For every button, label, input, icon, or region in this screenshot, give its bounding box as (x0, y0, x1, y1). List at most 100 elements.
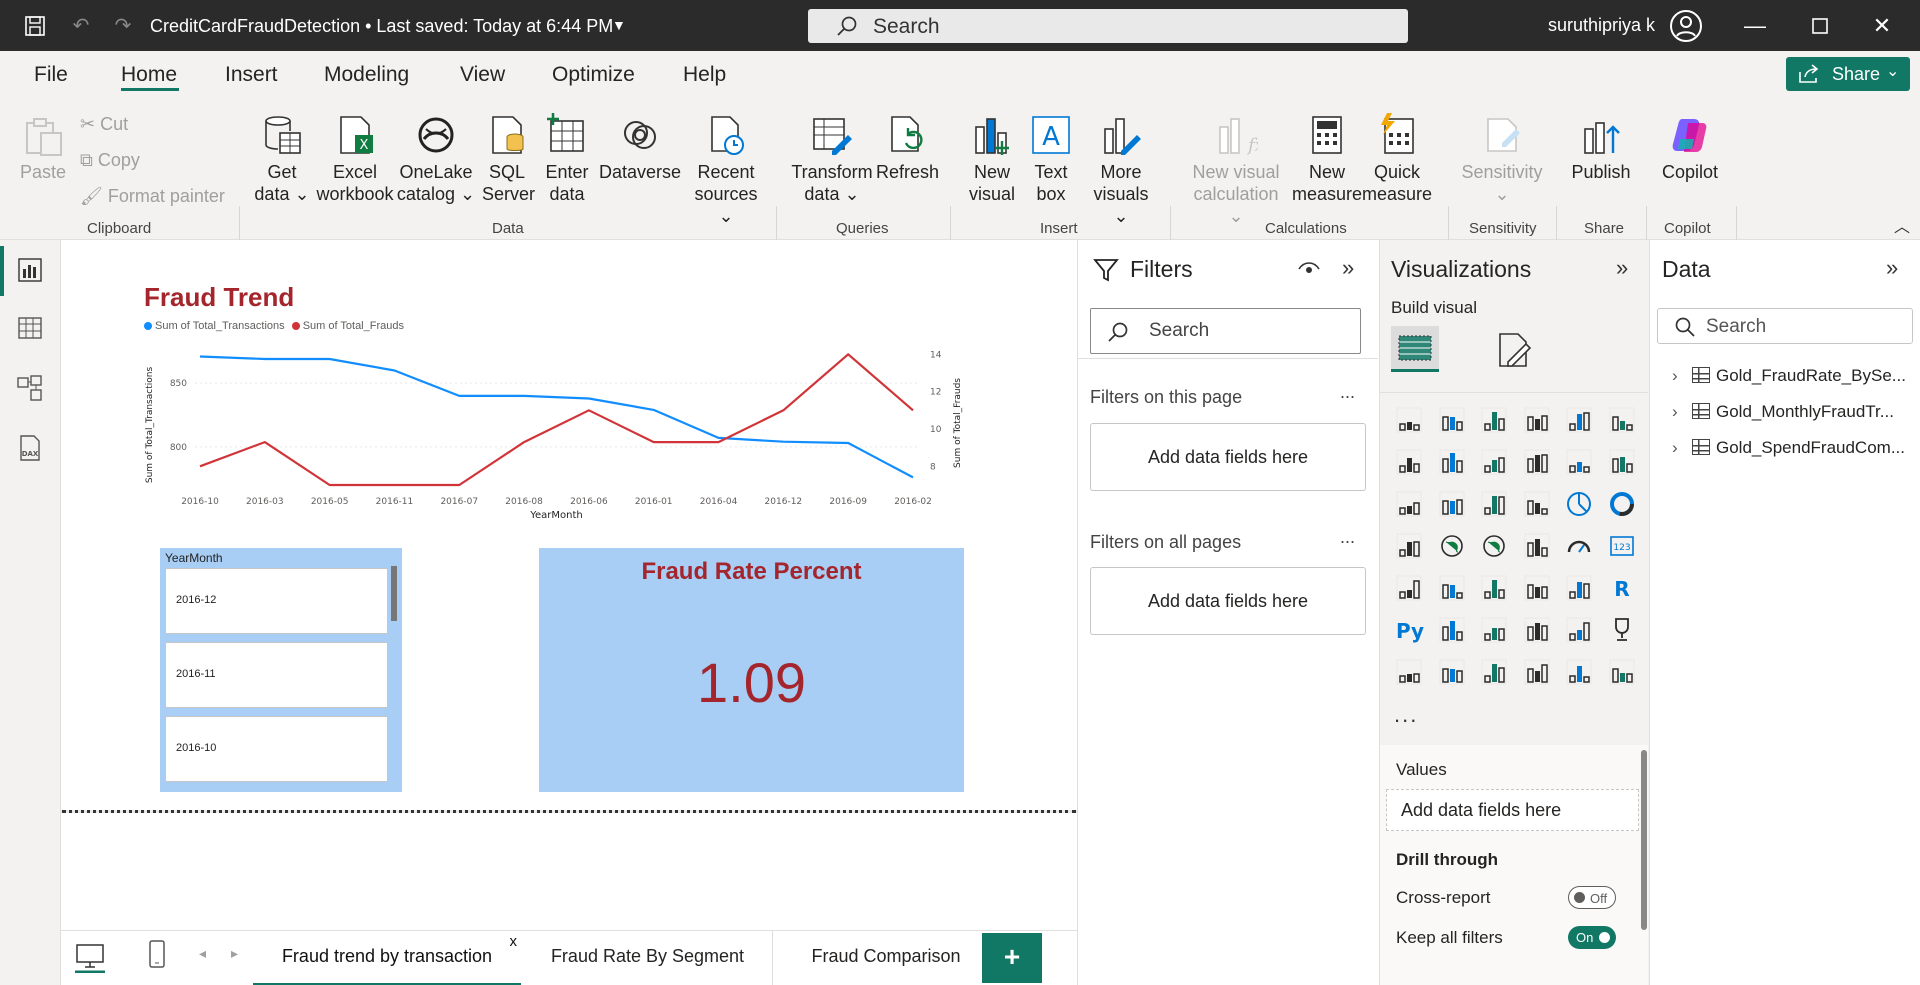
quick-measure-button[interactable]: Quick measure (1362, 113, 1432, 205)
table-view-icon[interactable] (16, 314, 44, 342)
data-table-item[interactable]: › Gold_SpendFraudCom... (1672, 438, 1905, 458)
stacked-area-chart-icon[interactable] (1480, 448, 1508, 476)
publish-button[interactable]: Publish (1568, 113, 1634, 183)
transform-data-button[interactable]: Transform data ⌄ (790, 113, 874, 205)
scatter-chart-icon[interactable] (1523, 490, 1551, 518)
pie-chart-icon[interactable] (1565, 490, 1593, 518)
filters-page-drop-zone[interactable]: Add data fields here (1090, 423, 1366, 491)
page-tab-fraud-comparison[interactable]: Fraud Comparison (775, 931, 997, 985)
more-visuals-button[interactable]: More visuals ⌄ (1086, 113, 1156, 227)
page-tab-fraud-trend[interactable]: Fraud trend by transaction x (253, 931, 521, 985)
filters-search-input[interactable]: Search (1090, 308, 1361, 354)
model-view-icon[interactable] (16, 374, 44, 402)
redo-icon[interactable]: ↷ (110, 13, 136, 39)
sql-server-button[interactable]: SQL Server (482, 113, 535, 205)
more-options-icon[interactable]: ... (1340, 382, 1355, 403)
power-automate-icon[interactable] (1523, 658, 1551, 686)
eye-icon[interactable] (1298, 261, 1320, 277)
r-visual-icon[interactable]: R (1608, 574, 1636, 602)
top-search-box[interactable]: Search (808, 9, 1408, 43)
copy-button[interactable]: ⧉ Copy (80, 149, 140, 171)
decomposition-tree-icon[interactable] (1480, 616, 1508, 644)
values-drop-zone[interactable]: Add data fields here (1386, 789, 1639, 831)
collapse-filters-icon[interactable]: » (1342, 255, 1354, 281)
get-data-button[interactable]: Get data ⌄ (252, 113, 312, 205)
smart-narrative-icon[interactable] (1565, 616, 1593, 644)
new-measure-button[interactable]: New measure (1292, 113, 1362, 205)
close-icon[interactable]: ✕ (1866, 10, 1898, 42)
data-table-item[interactable]: › Gold_FraudRate_BySe... (1672, 366, 1906, 386)
power-apps-icon[interactable] (1480, 658, 1508, 686)
chevron-down-icon[interactable]: ▼ (612, 17, 626, 33)
slicer-item[interactable]: 2016-11 (165, 642, 388, 708)
100-stacked-column-chart-icon[interactable] (1608, 406, 1636, 434)
tab-view[interactable]: View (460, 63, 505, 87)
scroll-left-icon[interactable]: ◂ (199, 945, 206, 962)
collapse-visualizations-icon[interactable]: » (1616, 255, 1628, 281)
line-and-stacked-column-chart-icon[interactable] (1565, 448, 1593, 476)
undo-icon[interactable]: ↶ (68, 13, 94, 39)
page-tab-fraud-rate-by-segment[interactable]: Fraud Rate By Segment (523, 931, 773, 985)
data-search-input[interactable]: Search (1657, 308, 1913, 344)
excel-workbook-button[interactable]: X Excel workbook (314, 113, 396, 205)
slicer-item[interactable]: 2016-12 (165, 568, 388, 634)
tab-optimize[interactable]: Optimize (552, 63, 635, 87)
add-page-button[interactable]: + (982, 933, 1042, 983)
format-painter-button[interactable]: 🖌 Format painter (80, 185, 225, 207)
stacked-column-chart-icon[interactable] (1438, 406, 1466, 434)
qa-icon[interactable] (1523, 616, 1551, 644)
close-page-icon[interactable]: x (510, 917, 518, 967)
narrative-icon[interactable] (1608, 658, 1636, 686)
paste-button[interactable]: Paste (18, 113, 68, 183)
100-stacked-bar-chart-icon[interactable] (1565, 406, 1593, 434)
python-visual-icon[interactable]: Py (1395, 616, 1424, 644)
visualizations-scrollbar[interactable] (1641, 750, 1647, 930)
cross-report-toggle[interactable]: Off (1568, 886, 1616, 909)
maximize-icon[interactable] (1804, 10, 1836, 42)
card-new-icon[interactable] (1438, 658, 1466, 686)
mobile-layout-icon[interactable] (147, 939, 171, 975)
format-visual-icon[interactable] (1494, 330, 1534, 370)
collapse-data-icon[interactable]: » (1886, 255, 1898, 281)
tab-modeling[interactable]: Modeling (324, 63, 409, 87)
chart-title[interactable]: Fraud Trend (144, 282, 294, 313)
gauge-icon[interactable] (1565, 532, 1593, 560)
goals-icon[interactable] (1608, 616, 1636, 644)
slicer-icon[interactable] (1480, 574, 1508, 602)
paginated-report-icon[interactable] (1395, 658, 1423, 686)
filters-all-pages-drop-zone[interactable]: Add data fields here (1090, 567, 1366, 635)
collapse-ribbon-icon[interactable]: ︿ (1894, 213, 1910, 237)
stacked-bar-chart-icon[interactable] (1395, 406, 1423, 434)
clustered-column-chart-icon[interactable] (1523, 406, 1551, 434)
tab-help[interactable]: Help (683, 63, 726, 87)
slicer-scrollbar[interactable] (391, 566, 397, 621)
copilot-button[interactable]: Copilot (1654, 113, 1726, 183)
tab-home[interactable]: Home (121, 63, 177, 87)
refresh-button[interactable]: Refresh (876, 113, 939, 183)
ribbon-chart-icon[interactable] (1395, 490, 1423, 518)
keep-all-filters-toggle[interactable]: On (1568, 926, 1616, 949)
onelake-catalog-button[interactable]: OneLake catalog ⌄ (396, 113, 476, 205)
new-visual-button[interactable]: New visual (964, 113, 1020, 205)
line-chart-icon[interactable] (1395, 448, 1423, 476)
kpi-icon[interactable] (1438, 574, 1466, 602)
line-and-clustered-column-chart-icon[interactable] (1608, 448, 1636, 476)
waterfall-chart-icon[interactable] (1438, 490, 1466, 518)
clustered-bar-chart-icon[interactable] (1480, 406, 1508, 434)
fabric-item-icon[interactable] (1565, 658, 1593, 686)
100-stacked-area-chart-icon[interactable] (1523, 448, 1551, 476)
scroll-right-icon[interactable]: ▸ (231, 945, 238, 962)
data-table-item[interactable]: › Gold_MonthlyFraudTr... (1672, 402, 1894, 422)
more-options-icon[interactable]: ... (1340, 527, 1355, 548)
multi-row-card-icon[interactable] (1395, 574, 1423, 602)
key-influencers-icon[interactable] (1438, 616, 1466, 644)
matrix-icon[interactable] (1565, 574, 1593, 602)
cut-button[interactable]: ✂ Cut (80, 113, 128, 135)
fraud-trend-line-chart[interactable]: 800 850 8 10 12 14 2016-10 2016-03 2016-05 2016-1… (140, 335, 970, 525)
dax-query-view-icon[interactable]: DAX (16, 434, 44, 462)
sensitivity-button[interactable]: Sensitivity ⌄ (1460, 113, 1544, 205)
enter-data-button[interactable]: Enter data (542, 113, 592, 205)
recent-sources-button[interactable]: Recent sources ⌄ (690, 113, 762, 227)
azure-map-icon[interactable] (1523, 532, 1551, 560)
yearmonth-slicer[interactable]: YearMonth 2016-12 2016-11 2016-10 (160, 548, 402, 792)
